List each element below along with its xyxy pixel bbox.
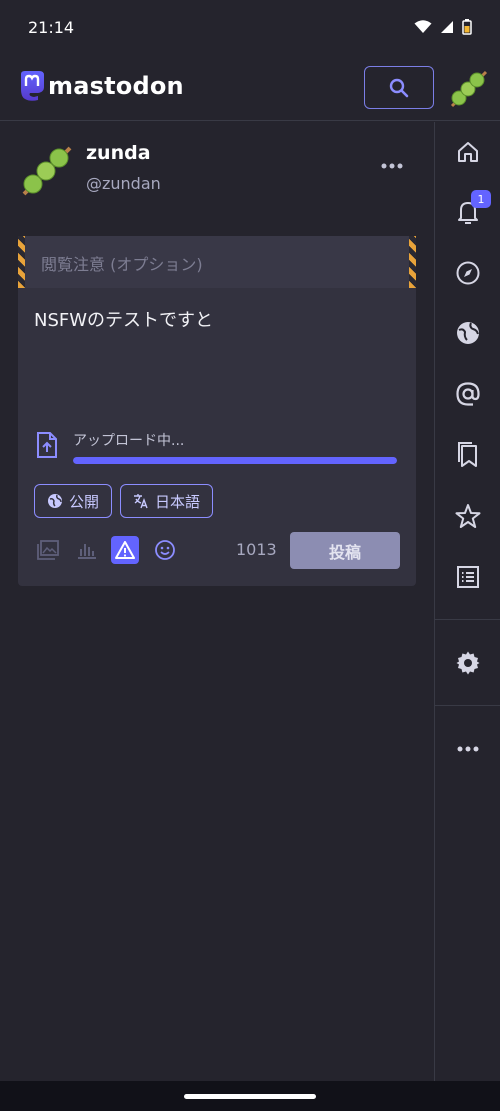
character-counter: 1013 [236, 540, 277, 559]
list-icon [457, 566, 479, 588]
more-horizontal-icon [381, 163, 403, 169]
main-column: zunda @zundan 閲覧注意 (オプション) NSFWのテストですと ア… [0, 122, 434, 1081]
add-media-button[interactable] [34, 536, 62, 564]
home-gesture-handle[interactable] [184, 1094, 316, 1099]
translate-icon [134, 494, 148, 509]
upload-progress-label: アップロード中... [73, 433, 185, 449]
compose-form: 閲覧注意 (オプション) NSFWのテストですと アップロード中... 公開 日… [18, 236, 416, 586]
content-warning-toggle[interactable] [111, 536, 139, 564]
image-icon [37, 540, 59, 560]
content-warning-input[interactable]: 閲覧注意 (オプション) [18, 236, 416, 288]
logo-text: mastodon [48, 72, 184, 100]
nav-preferences[interactable] [435, 643, 500, 683]
publish-button[interactable]: 投稿 [290, 532, 400, 569]
more-horizontal-icon [457, 746, 479, 752]
upload-progress-bar [73, 457, 397, 464]
upload-progress-fill [73, 457, 397, 464]
poll-icon [78, 544, 96, 559]
language-label: 日本語 [155, 492, 201, 511]
nav-bookmarks[interactable] [435, 435, 500, 475]
header-avatar[interactable] [446, 64, 492, 110]
status-bar: 21:14 [0, 0, 500, 54]
nav-mentions[interactable] [435, 374, 500, 414]
bookmarks-icon [458, 442, 477, 467]
at-sign-icon [456, 382, 480, 406]
sidebar-divider [435, 619, 500, 620]
mastodon-logo[interactable]: mastodon [18, 70, 184, 102]
warning-stripe-right [409, 236, 416, 288]
account-menu-button[interactable] [378, 156, 406, 176]
nav-notifications[interactable]: 1 [435, 190, 500, 232]
sidebar-divider [435, 705, 500, 706]
nav-more[interactable] [435, 729, 500, 769]
notification-badge: 1 [471, 190, 491, 208]
status-time: 21:14 [28, 17, 75, 37]
visibility-label: 公開 [69, 492, 100, 511]
compass-icon [456, 261, 480, 285]
mastodon-logo-icon [21, 71, 44, 101]
content-warning-placeholder: 閲覧注意 (オプション) [41, 255, 203, 274]
system-navigation-bar [0, 1081, 500, 1111]
profile-avatar[interactable] [18, 140, 76, 198]
search-icon [389, 78, 409, 97]
upload-file-icon [37, 432, 57, 458]
nav-favourites[interactable] [435, 496, 500, 536]
star-icon [455, 504, 481, 528]
profile-display-name[interactable]: zunda [86, 142, 151, 164]
globe-icon [457, 322, 479, 344]
warning-stripe-left [18, 236, 25, 288]
search-button[interactable] [364, 66, 434, 109]
battery-icon [462, 19, 472, 35]
nav-federated[interactable] [435, 313, 500, 353]
profile-username[interactable]: @zundan [86, 174, 161, 193]
globe-icon [48, 494, 62, 508]
status-icons [414, 19, 472, 35]
cellular-icon [441, 21, 453, 33]
gear-icon [456, 651, 480, 675]
visibility-button[interactable]: 公開 [34, 484, 113, 518]
compose-textarea[interactable]: NSFWのテストですと [34, 306, 213, 332]
app-header: mastodon [0, 54, 500, 121]
emoji-picker-button[interactable] [151, 536, 179, 564]
nav-explore[interactable] [435, 253, 500, 293]
emoji-icon [155, 540, 175, 560]
warning-icon [115, 541, 135, 559]
add-poll-button[interactable] [73, 536, 101, 564]
nav-lists[interactable] [435, 557, 500, 597]
wifi-icon [414, 20, 432, 33]
home-icon [458, 142, 478, 162]
navigation-sidebar: 1 [434, 122, 500, 1081]
language-button[interactable]: 日本語 [120, 484, 214, 518]
nav-home[interactable] [435, 132, 500, 172]
